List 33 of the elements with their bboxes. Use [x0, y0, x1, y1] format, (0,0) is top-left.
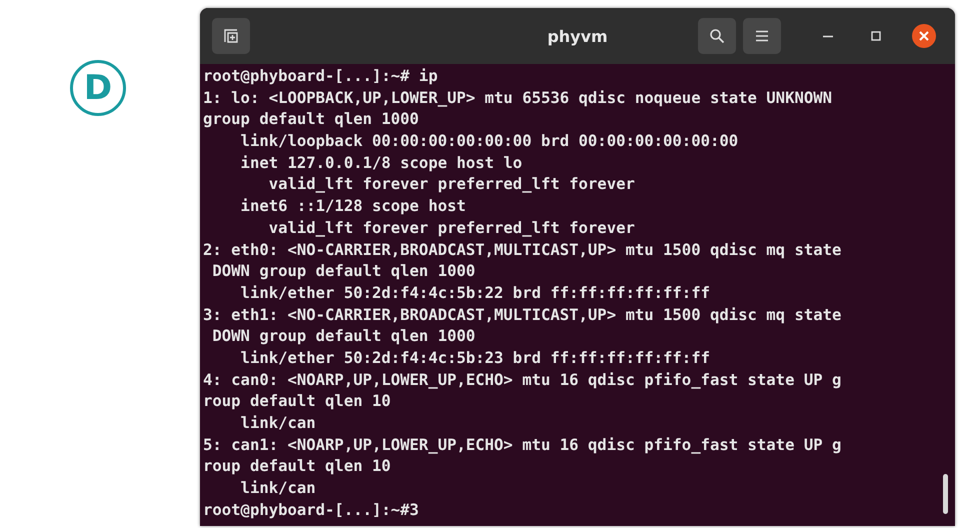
terminal-line: 1: lo: <LOOPBACK,UP,LOWER_UP> mtu 65536 qdisc noqueue state UNKNOWN: [203, 88, 832, 109]
window-title: phyvm: [547, 26, 608, 46]
terminal-line: link/ether 50:2d:f4:4c:5b:23 brd ff:ff:ff:ff:ff:ff: [240, 348, 710, 369]
terminal-line: link/ether 50:2d:f4:4c:5b:22 brd ff:ff:ff:ff:ff:ff: [240, 282, 710, 304]
terminal-line: inet 127.0.0.1/8 scope host lo: [240, 152, 522, 174]
terminal-line: link/loopback 00:00:00:00:00:00 brd 00:00:00:00:00:00: [240, 131, 738, 152]
terminal-line: group default qlen 1000: [203, 109, 419, 130]
terminal-line: link/can: [240, 413, 316, 434]
terminal-line: valid_lft forever preferred_lft forever: [268, 218, 635, 239]
terminal-line: DOWN group default qlen 1000: [211, 261, 476, 282]
terminal-line: 2: eth0: <NO-CARRIER,BROADCAST,MULTICAST,UP> mtu 1500 qdisc mq state: [203, 240, 842, 260]
terminal-line: root@phyboard-[...]:~#3: [203, 500, 419, 521]
terminal-line: inet6 ::1/128 scope host: [240, 196, 466, 218]
terminal-line: 4: can0: <NOARP,UP,LOWER_UP,ECHO> mtu 16 qdisc pfifo_fast state UP g: [203, 370, 842, 391]
terminal-line: 5: can1: <NOARP,UP,LOWER_UP,ECHO> mtu 16 qdisc pfifo_fast state UP g: [203, 434, 842, 456]
terminal-line: valid_lft forever preferred_lft forever: [268, 174, 635, 196]
close-icon: [912, 24, 936, 48]
terminal-line: link/can: [240, 478, 316, 500]
maximize-icon: [871, 31, 881, 41]
new-tab-icon: [223, 28, 239, 44]
terminal-line: roup default qlen 10: [203, 391, 391, 412]
scrollbar-thumb[interactable]: [943, 474, 948, 514]
terminal-line: root@phyboard-[...]:~# ip: [203, 66, 438, 87]
new-tab-button[interactable]: [212, 18, 250, 54]
terminal-line: 3: eth1: <NO-CARRIER,BROADCAST,MULTICAST,UP> mtu 1500 qdisc mq state: [203, 304, 842, 326]
menu-icon: [755, 30, 769, 42]
terminal-line: roup default qlen 10: [203, 456, 391, 478]
figure-label: D: [70, 60, 126, 116]
terminal-line: DOWN group default qlen 1000: [211, 326, 476, 348]
search-button[interactable]: [698, 18, 736, 54]
search-icon: [709, 28, 725, 44]
menu-button[interactable]: [743, 18, 781, 54]
minimize-icon: [823, 34, 833, 38]
